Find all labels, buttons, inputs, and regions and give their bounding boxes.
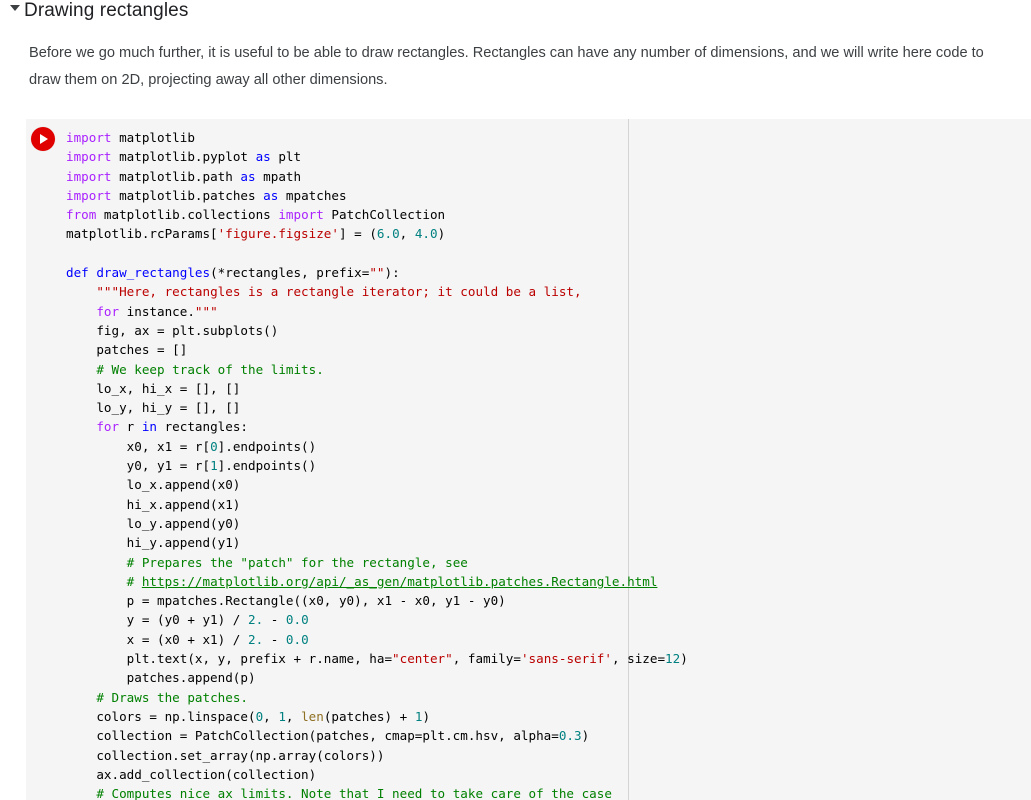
play-circle-icon[interactable] (31, 127, 55, 151)
section-header: Drawing rectangles (0, 0, 1031, 26)
triangle-down-glyph (10, 5, 20, 11)
triangle-down-icon[interactable] (6, 0, 24, 11)
page-title: Drawing rectangles (24, 0, 189, 21)
play-triangle-glyph (40, 134, 48, 144)
section-paragraph: Before we go much further, it is useful … (29, 45, 984, 88)
code-cell: import matplotlib import matplotlib.pyplo… (26, 119, 1031, 800)
code-editor[interactable]: import matplotlib import matplotlib.pyplo… (66, 128, 1031, 800)
